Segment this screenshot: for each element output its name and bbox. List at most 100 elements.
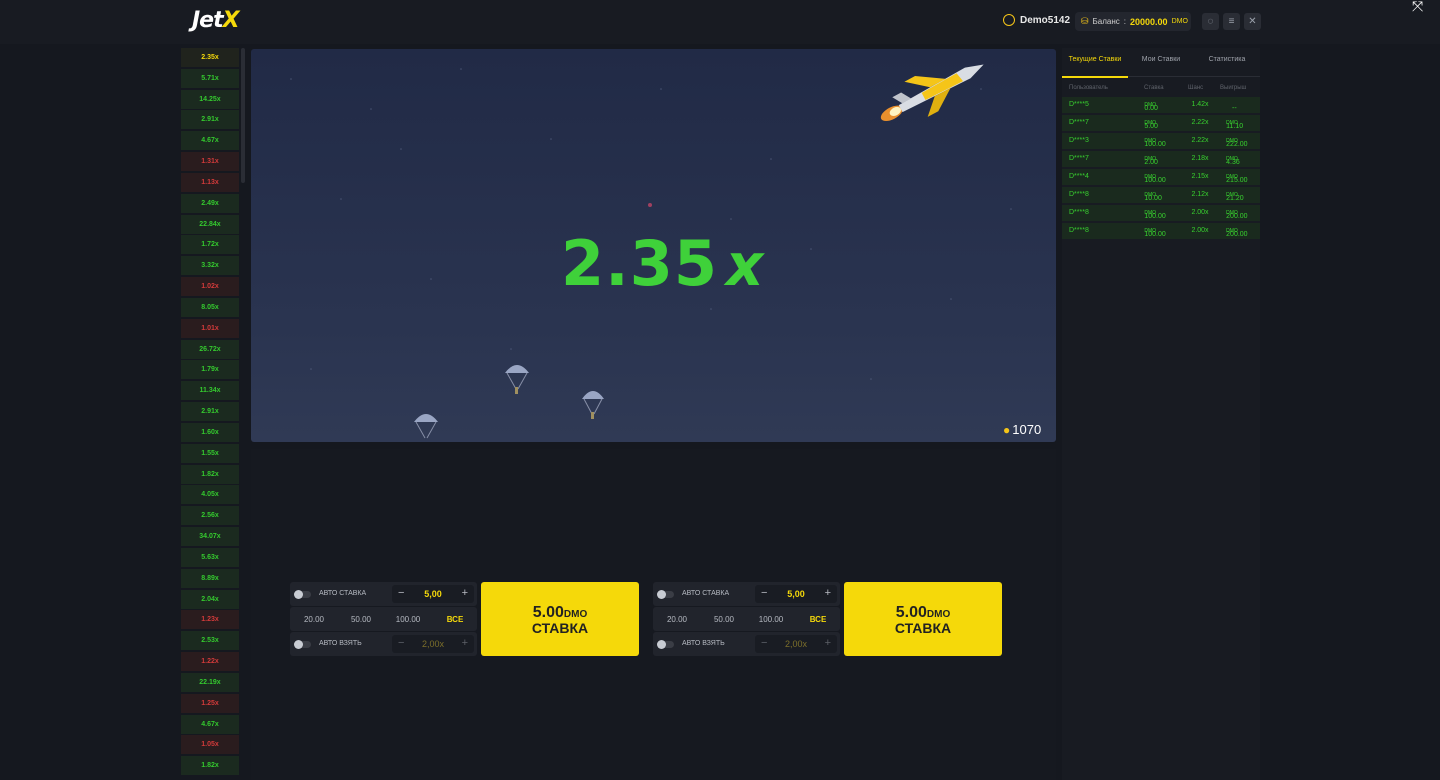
red-star [648,203,652,207]
parachute-icon [582,391,604,419]
bet-win-value: 4.36 [1226,159,1240,166]
history-item: 5.63x [181,547,239,567]
tab-current-bets[interactable]: Текущие Ставки [1062,56,1128,63]
history-item: 14.25x [181,89,239,109]
quick-amounts-row: 20.00 50.00 100.00 ВСЕ [653,607,840,631]
user-icon [1003,14,1015,26]
quick-amount-button[interactable]: 20.00 [657,615,697,624]
history-item: 1.25x [181,693,239,713]
cashout-stepper: − 2,00x + [392,635,474,653]
parachute-icon [414,414,438,439]
history-item: 1.60x [181,422,239,442]
jetx-logo[interactable]: JetX [192,8,240,33]
history-item: 2.56x [181,506,239,526]
all-in-button[interactable]: ВСЕ [798,615,838,624]
quick-amount-button[interactable]: 50.00 [341,615,381,624]
auto-bet-toggle[interactable] [657,590,674,599]
bets-table-header: Пользователь Ставка Шанс Выигрыш [1062,77,1260,97]
history-item: 1.72x [181,235,239,255]
bet-amount-value: 0.00 [1144,105,1158,112]
col-bet: Ставка [1144,85,1164,91]
history-item: 4.67x [181,714,239,734]
bet-amount-value: 100.00 [1144,177,1166,184]
history-item: 1.55x [181,443,239,463]
col-win: Выигрыш [1220,85,1247,91]
bet-win-value: 215.00 [1226,177,1248,184]
plus-icon[interactable]: + [462,637,468,649]
bet-user: D****5 [1069,101,1089,108]
close-icon[interactable]: ✕ [1244,13,1261,30]
bet-amount-value: 100.00 [1144,213,1166,220]
history-item: 4.67x [181,131,239,151]
history-scrollbar[interactable] [241,48,245,183]
collapse-icon[interactable]: ⤧ [1412,0,1430,13]
auto-bet-label: АВТО СТАВКА [682,590,730,597]
bet-win: 21.20 DMO [1207,191,1257,202]
tab-my-bets[interactable]: Мои Ставки [1128,56,1194,63]
history-item: 2.53x [181,631,239,651]
history-item: 1.23x [181,610,239,630]
bet-row: D****7 2.00 DMO 2.18x 4.36 DMO [1062,151,1260,167]
chat-icon[interactable]: ◌ [1202,13,1219,30]
history-item: 3.32x [181,256,239,276]
bet-row: D****7 5.00 DMO 2.22x 11.10 DMO [1062,115,1260,131]
bet-row: D****8 100.00 DMO 2.00x 200.00 DMO [1062,205,1260,221]
auto-cashout-row: АВТО ВЗЯТЬ − 2,00x + [290,632,477,656]
bets-panel: Текущие Ставки Мои Ставки Статистика Пол… [1062,48,1260,780]
bet-button-value: 5.00 [532,604,564,621]
auto-cashout-row: АВТО ВЗЯТЬ − 2,00x + [653,632,840,656]
bet-amount-value: 2.00 [1144,159,1158,166]
username: Demo5142 [1020,14,1071,26]
place-bet-button[interactable]: 5.00DMO СТАВКА [844,582,1002,656]
balance-currency: DMO [1171,18,1188,25]
jet-icon [880,64,984,122]
history-item: 1.13x [181,172,239,192]
user-info[interactable]: Demo5142 [1003,14,1070,26]
bet-amount-value: 100.00 [1144,141,1166,148]
bet-win: 222.00 DMO [1207,137,1257,148]
bet-amount: 100.00 DMO [1144,227,1165,238]
auto-cashout-toggle[interactable] [294,640,311,649]
history-item: 4.05x [181,485,239,505]
bet-win-value: 11.10 [1226,123,1244,130]
auto-cashout-label: АВТО ВЗЯТЬ [682,640,725,647]
bet-button-value: 5.00 [895,604,927,621]
auto-bet-toggle[interactable] [294,590,311,599]
bet-button-label: СТАВКА [894,620,952,636]
quick-amount-button[interactable]: 20.00 [294,615,334,624]
auto-cashout-toggle[interactable] [657,640,674,649]
bet-win-value: 200.00 [1226,231,1248,238]
bet-win: 11.10 DMO [1207,119,1257,130]
bet-user: D****7 [1069,119,1089,126]
bet-amount: 2.00 DMO [1144,155,1158,166]
bet-win: 200.00 DMO [1207,227,1257,238]
all-in-button[interactable]: ВСЕ [435,615,475,624]
bet-button-currency: DMO [926,609,951,620]
menu-icon[interactable]: ≡ [1223,13,1240,30]
bet-button-currency: DMO [563,609,588,620]
bet-button-label: СТАВКА [531,620,589,636]
plus-icon[interactable]: + [825,637,831,649]
bet-win-value: -- [1232,105,1237,112]
balance-box: ⛁ Баланс: 20000.00 DMO [1075,12,1191,31]
bet-amount: 10.00 DMO [1144,191,1162,202]
col-user: Пользователь [1069,85,1108,91]
tab-statistics[interactable]: Статистика [1194,56,1260,63]
quick-amount-button[interactable]: 100.00 [751,615,791,624]
history-item: 1.05x [181,735,239,755]
bet-user: D****8 [1069,209,1089,216]
history-item: 8.05x [181,297,239,317]
quick-amount-button[interactable]: 50.00 [704,615,744,624]
plus-icon[interactable]: + [825,587,831,599]
col-coef: Шанс [1188,85,1204,91]
place-bet-button[interactable]: 5.00DMO СТАВКА [481,582,639,656]
history-item: 22.19x [181,672,239,692]
history-item: 8.89x [181,568,239,588]
bets-table-body: D****5 0.00 DMO 1.42x -- D****7 5.00 DMO… [1062,97,1260,239]
balance-label: Баланс [1092,17,1120,26]
quick-amount-button[interactable]: 100.00 [388,615,428,624]
history-item: 26.72x [181,339,239,359]
bet-panel: АВТО СТАВКА − 5,00 + 20.00 50.00 100.00 … [290,582,640,656]
plus-icon[interactable]: + [462,587,468,599]
players-count: 1070 [1012,422,1042,437]
